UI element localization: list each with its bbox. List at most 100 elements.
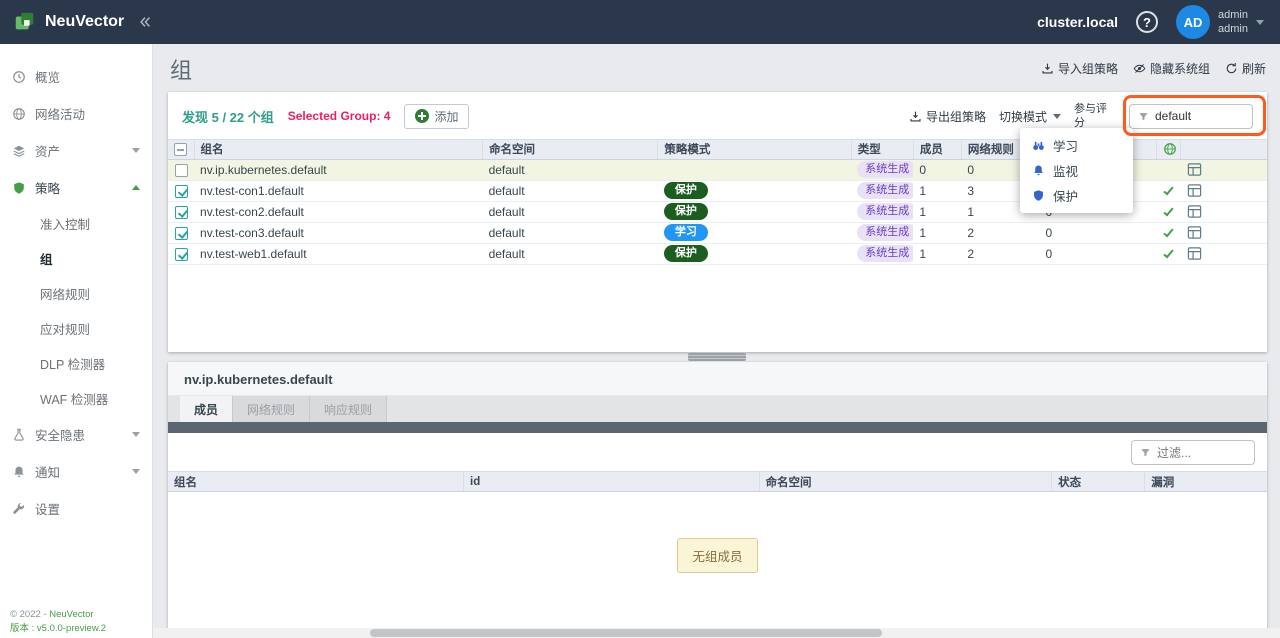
group-scanned xyxy=(1157,201,1181,222)
sidebar-footer: © 2022 - NeuVector 版本 : v5.0.0-preview.2 xyxy=(10,608,106,636)
col-header-vulnerabilities[interactable]: 漏洞 xyxy=(1145,472,1267,492)
col-header-status[interactable]: 状态 xyxy=(1052,472,1145,492)
sidebar-item-groups[interactable]: 组 xyxy=(0,241,152,276)
sidebar-item-network-activity[interactable]: 网络活动 xyxy=(0,95,152,132)
bell-icon xyxy=(1032,164,1045,177)
col-header-name[interactable]: 组名 xyxy=(194,139,483,159)
select-all-checkbox[interactable] xyxy=(174,143,187,156)
menu-item-monitor[interactable]: 监视 xyxy=(1020,158,1133,183)
sidebar-item-admission-control[interactable]: 准入控制 xyxy=(0,206,152,241)
group-policy-mode: 保护 xyxy=(658,243,851,264)
members-table: 组名 id 命名空间 状态 漏洞 xyxy=(168,471,1267,492)
group-report-cell[interactable] xyxy=(1181,201,1267,222)
type-badge: 系统生成 xyxy=(857,245,913,262)
switch-mode-dropdown[interactable]: 切换模式 xyxy=(999,108,1061,125)
members-filter-input[interactable] xyxy=(1157,446,1246,460)
tab-network-rules[interactable]: 网络规则 xyxy=(233,396,310,422)
group-row[interactable]: nv.test-web1.defaultdefault保护系统生成120 xyxy=(168,243,1267,264)
neuvector-link[interactable]: NeuVector xyxy=(49,609,93,620)
help-button[interactable]: ? xyxy=(1136,11,1158,33)
globe-icon xyxy=(1163,142,1177,156)
add-group-button[interactable]: 添加 xyxy=(404,104,469,129)
menu-item-learn[interactable]: 学习 xyxy=(1020,133,1133,158)
export-group-policy-button[interactable]: 导出组策略 xyxy=(909,108,986,125)
report-icon[interactable] xyxy=(1187,162,1202,177)
sidebar-item-dlp-sensors[interactable]: DLP 检测器 xyxy=(0,346,152,381)
refresh-button[interactable]: 刷新 xyxy=(1225,60,1266,77)
sidebar-item-assets[interactable]: 资产 xyxy=(0,132,152,169)
type-badge: 系统生成 xyxy=(857,182,913,199)
check-icon xyxy=(1164,226,1174,237)
group-name: nv.test-con1.default xyxy=(194,180,483,201)
check-icon xyxy=(1164,247,1174,258)
tab-response-rules[interactable]: 响应规则 xyxy=(310,396,387,422)
type-badge: 系统生成 xyxy=(857,203,913,220)
sidebar-item-overview[interactable]: 概览 xyxy=(0,58,152,95)
avatar[interactable]: AD xyxy=(1176,5,1210,39)
row-checkbox[interactable] xyxy=(175,248,188,261)
clock-icon xyxy=(12,70,26,84)
sidebar-label: 设置 xyxy=(35,499,60,518)
group-namespace: default xyxy=(483,201,658,222)
sidebar-item-policy[interactable]: 策略 xyxy=(0,169,152,206)
sidebar-item-settings[interactable]: 设置 xyxy=(0,490,152,527)
col-header-policy-mode[interactable]: 策略模式 xyxy=(658,139,851,159)
scrollbar-thumb[interactable] xyxy=(370,629,882,637)
hide-system-groups-button[interactable]: 隐藏系统组 xyxy=(1133,60,1210,77)
type-badge: 系统生成 xyxy=(857,224,913,241)
groups-filter-input[interactable] xyxy=(1155,109,1244,123)
group-type: 系统生成 xyxy=(851,180,913,201)
sidebar-item-security-risks[interactable]: 安全隐患 xyxy=(0,416,152,453)
user-menu[interactable]: AD admin admin xyxy=(1176,5,1264,39)
report-icon[interactable] xyxy=(1187,204,1202,219)
report-icon[interactable] xyxy=(1187,246,1202,261)
chevron-down-icon xyxy=(1053,114,1061,119)
report-icon[interactable] xyxy=(1187,225,1202,240)
col-header-type[interactable]: 类型 xyxy=(851,139,913,159)
group-report-cell[interactable] xyxy=(1181,243,1267,264)
row-checkbox[interactable] xyxy=(175,206,188,219)
group-members: 0 xyxy=(913,159,961,180)
group-report-cell[interactable] xyxy=(1181,180,1267,201)
col-header-namespace[interactable]: 命名空间 xyxy=(483,139,658,159)
group-scanned xyxy=(1157,159,1181,180)
splitter-handle[interactable] xyxy=(688,353,746,361)
import-group-policy-button[interactable]: 导入组策略 xyxy=(1041,60,1118,77)
layers-icon xyxy=(12,144,26,158)
col-header-members[interactable]: 成员 xyxy=(913,139,961,159)
funnel-icon xyxy=(1138,111,1149,122)
feedback-link[interactable]: 参与评分 xyxy=(1074,102,1116,131)
sidebar-label: 资产 xyxy=(35,141,60,160)
group-members: 1 xyxy=(913,180,961,201)
group-report-cell[interactable] xyxy=(1181,222,1267,243)
sidebar-item-response-rules[interactable]: 应对规则 xyxy=(0,311,152,346)
sidebar-item-notifications[interactable]: 通知 xyxy=(0,453,152,490)
report-icon[interactable] xyxy=(1187,183,1202,198)
tab-members[interactable]: 成员 xyxy=(180,396,233,422)
plus-icon xyxy=(415,109,429,123)
group-namespace: default xyxy=(483,180,658,201)
refresh-icon xyxy=(1225,62,1238,75)
menu-item-protect[interactable]: 保护 xyxy=(1020,183,1133,208)
group-scanned xyxy=(1157,180,1181,201)
row-checkbox[interactable] xyxy=(175,185,188,198)
chevron-down-icon xyxy=(132,148,140,153)
sidebar-collapse-icon[interactable] xyxy=(138,15,152,29)
cluster-name: cluster.local xyxy=(1037,14,1118,30)
row-checkbox[interactable] xyxy=(175,227,188,240)
import-icon xyxy=(1041,62,1054,75)
app-brand: NeuVector xyxy=(0,10,124,34)
sidebar-item-waf-sensors[interactable]: WAF 检测器 xyxy=(0,381,152,416)
group-row[interactable]: nv.test-con3.defaultdefault学习系统生成120 xyxy=(168,222,1267,243)
group-report-cell[interactable] xyxy=(1181,159,1267,180)
row-checkbox[interactable] xyxy=(175,164,188,177)
group-name: nv.test-con3.default xyxy=(194,222,483,243)
wrench-icon xyxy=(12,502,26,516)
group-type: 系统生成 xyxy=(851,243,913,264)
col-header-member-namespace[interactable]: 命名空间 xyxy=(759,472,1052,492)
col-header-id[interactable]: id xyxy=(464,472,760,492)
sidebar-item-network-rules[interactable]: 网络规则 xyxy=(0,276,152,311)
policy-mode-badge: 保护 xyxy=(664,182,708,199)
col-header-member-name[interactable]: 组名 xyxy=(168,472,464,492)
sidebar: 概览 网络活动 资产 策略 准入控制 组 网络规则 应对规则 DLP 检测器 W… xyxy=(0,44,153,638)
